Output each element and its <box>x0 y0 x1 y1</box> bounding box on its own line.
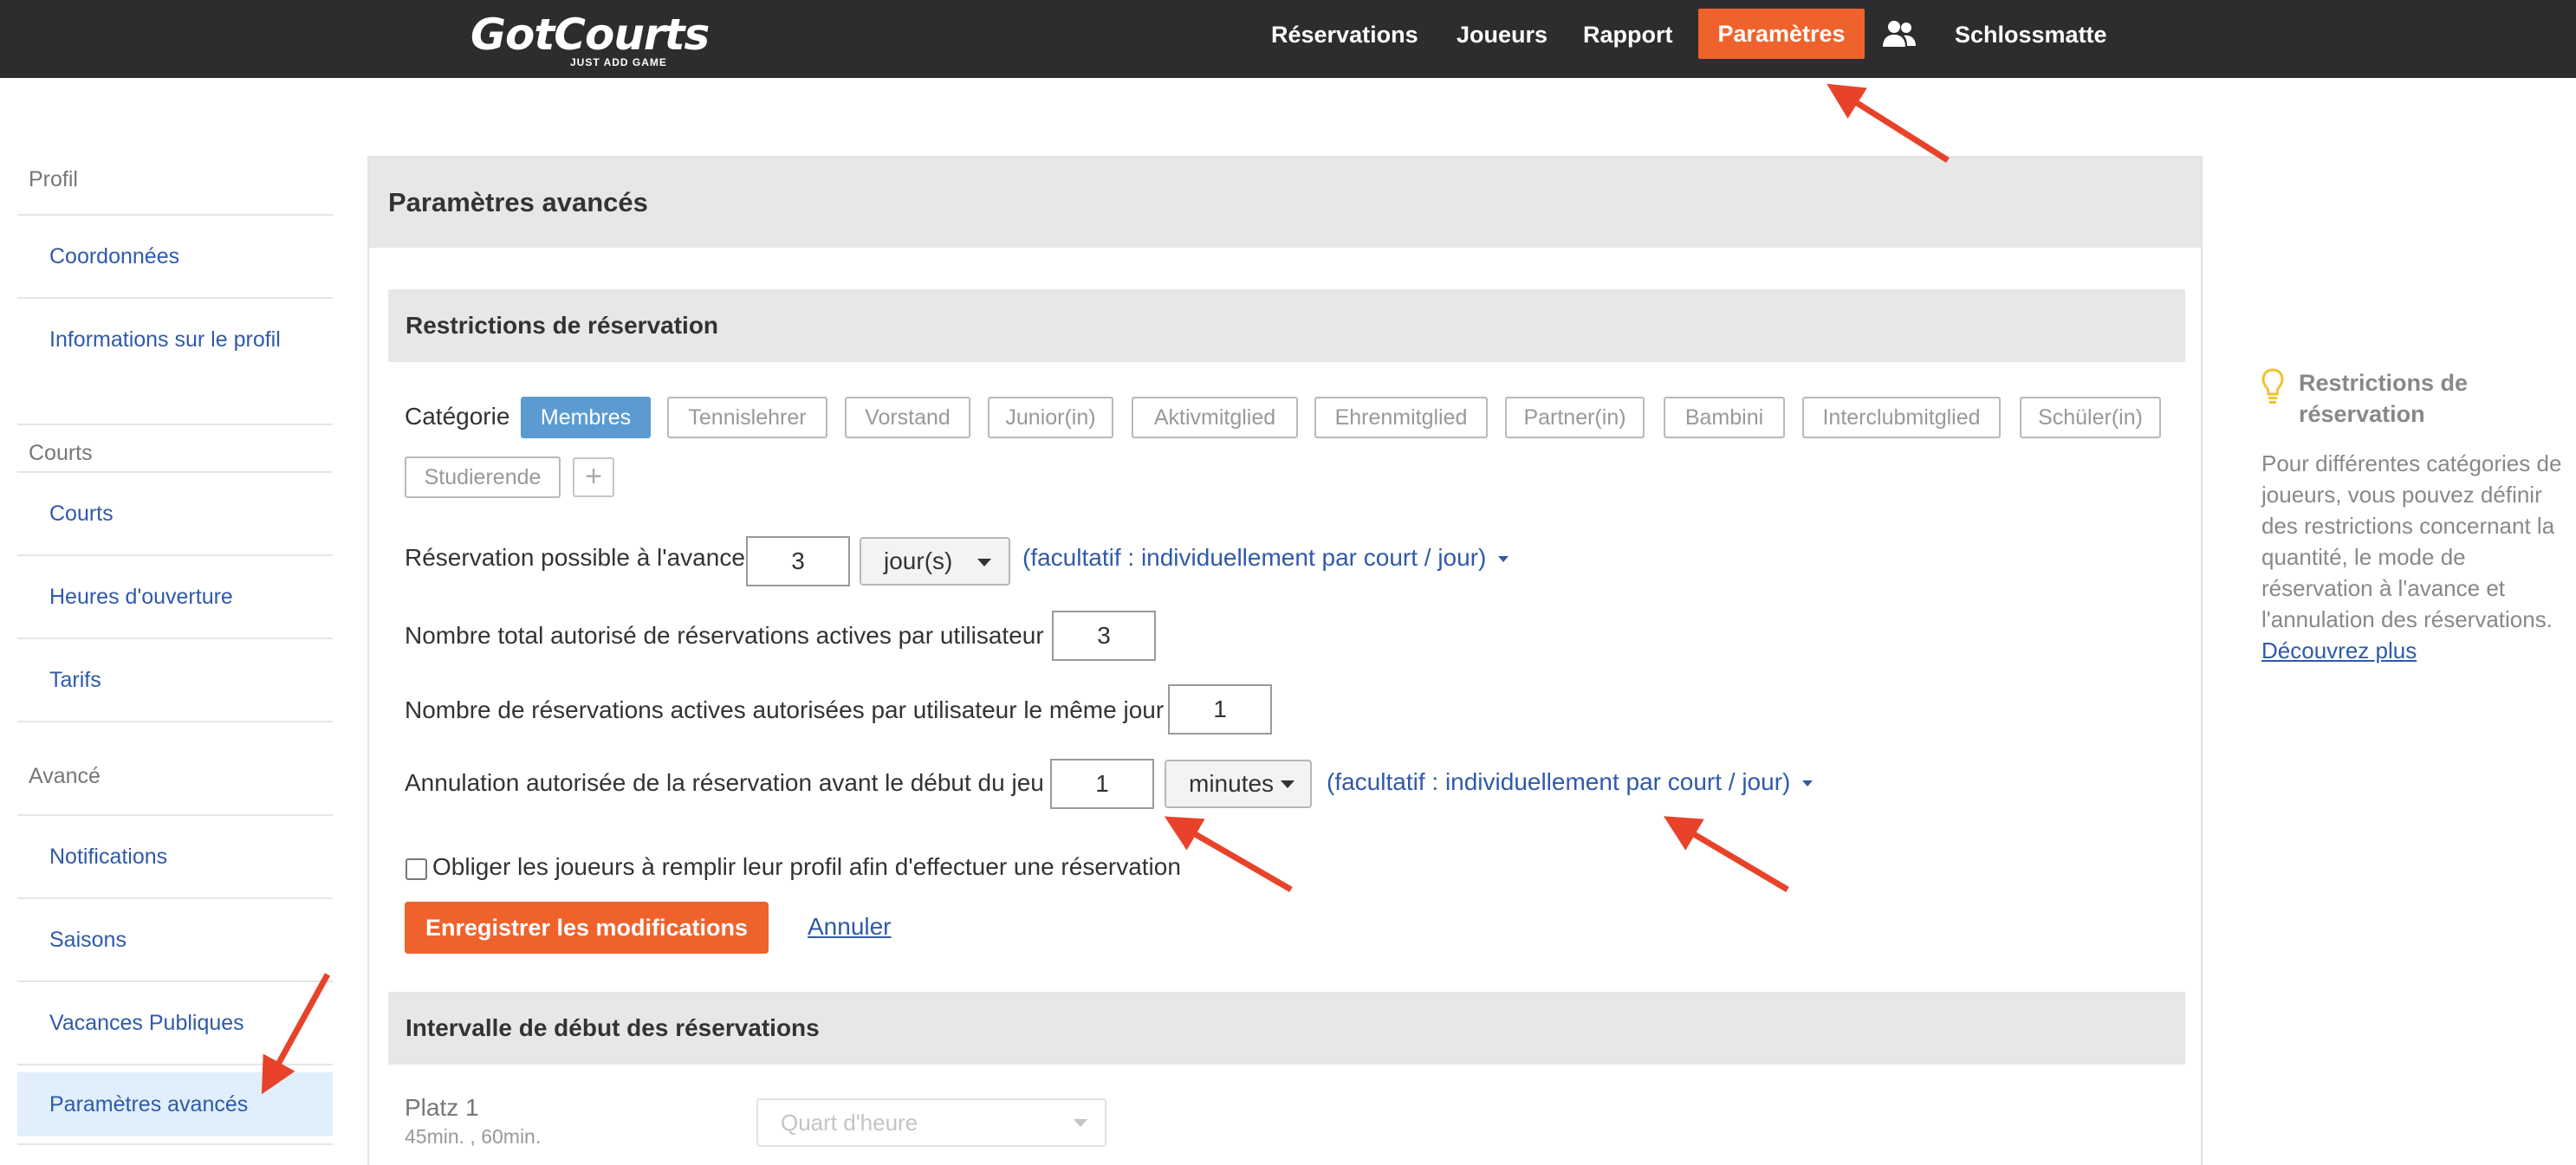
sidebar-divider <box>17 1064 333 1067</box>
advance-booking-input[interactable] <box>746 536 850 586</box>
select-value: minutes <box>1189 770 1275 797</box>
cancellation-label: Annulation autorisée de la réservation a… <box>405 769 1058 796</box>
category-label: Catégorie <box>405 403 510 430</box>
total-active-label: Nombre total autorisé de réservations ac… <box>405 622 1058 649</box>
section-header-interval: Intervalle de début des réservations <box>388 992 2185 1065</box>
category-chip-ehrenmitglied[interactable]: Ehrenmitglied <box>1314 397 1488 438</box>
select-placeholder: Quart d'heure <box>781 1110 918 1136</box>
users-icon[interactable] <box>1882 19 1917 49</box>
add-category-button[interactable]: + <box>573 457 614 497</box>
sidebar-heading-courts: Courts <box>17 424 333 466</box>
category-chip-studierende[interactable]: Studierende <box>405 456 561 498</box>
logo-tagline: JUST ADD GAME <box>570 56 667 68</box>
page-title: Paramètres avancés <box>388 187 648 217</box>
court-name: Platz 1 <box>405 1094 479 1121</box>
sidebar-divider <box>17 1143 333 1161</box>
sidebar-item-advanced-settings[interactable]: Paramètres avancés <box>17 1072 333 1136</box>
gotcourts-logo[interactable]: GotCourts JUST ADD GAME <box>470 9 710 69</box>
advance-optional-link[interactable]: (facultatif : individuellement par court… <box>1022 544 1509 572</box>
court-durations: 45min. , 60min. <box>405 1125 542 1148</box>
chevron-down-icon <box>1074 1119 1087 1127</box>
sidebar-item-label: Courts <box>49 502 114 526</box>
advance-unit-select[interactable]: jour(s) <box>860 537 1010 586</box>
cancel-link[interactable]: Annuler <box>808 913 892 941</box>
logo-text: GotCourts <box>470 10 710 60</box>
same-day-input[interactable] <box>1168 684 1272 735</box>
total-active-input[interactable] <box>1052 611 1156 661</box>
sidebar-item-public-holidays[interactable]: Vacances Publiques <box>17 981 333 1064</box>
sidebar-item-label: Informations sur le profil <box>49 327 281 352</box>
nav-report[interactable]: Rapport <box>1583 0 1673 78</box>
chevron-down-icon <box>1802 780 1814 786</box>
chevron-down-icon <box>1281 780 1294 788</box>
optional-link-text: (facultatif : individuellement par court… <box>1022 544 1487 571</box>
help-title: Restrictions de réservation <box>2299 370 2469 427</box>
nav-settings[interactable]: Paramètres <box>1698 9 1865 59</box>
sidebar-item-seasons[interactable]: Saisons <box>17 897 333 981</box>
sidebar-item-label: Coordonnées <box>49 244 180 269</box>
sidebar-item-label: Heures d'ouverture <box>49 585 233 609</box>
same-day-label: Nombre de réservations actives autorisée… <box>405 696 1178 723</box>
save-changes-button[interactable]: Enregistrer les modifications <box>405 902 769 954</box>
category-chip-interclubmitglied[interactable]: Interclubmitglied <box>1802 397 2001 438</box>
sidebar-item-notifications[interactable]: Notifications <box>17 814 333 897</box>
category-chip-partner[interactable]: Partner(in) <box>1505 397 1645 438</box>
help-description: Pour différentes catégories de joueurs, … <box>2261 450 2562 632</box>
sidebar-heading-advanced: Avancé <box>17 721 333 789</box>
profile-required-label: Obliger les joueurs à remplir leur profi… <box>432 853 1181 880</box>
sidebar-heading-profile: Profil <box>29 167 78 191</box>
select-value: jour(s) <box>884 547 953 574</box>
court-interval-select: Quart d'heure <box>756 1098 1106 1147</box>
plus-icon: + <box>585 460 602 493</box>
cancellation-optional-link[interactable]: (facultatif : individuellement par court… <box>1327 768 1814 796</box>
sidebar-item-label: Paramètres avancés <box>49 1092 249 1116</box>
advance-booking-label: Réservation possible à l'avance : <box>405 544 759 571</box>
sidebar-item-courts[interactable]: Courts <box>17 471 333 554</box>
section-title: Intervalle de début des réservations <box>406 1014 820 1041</box>
sidebar-item-label: Notifications <box>49 845 168 869</box>
profile-required-checkbox[interactable] <box>406 858 427 880</box>
sidebar-item-label: Tarifs <box>49 668 101 692</box>
sidebar-item-label: Vacances Publiques <box>49 1011 244 1035</box>
section-title: Restrictions de réservation <box>406 312 719 339</box>
learn-more-link[interactable]: Découvrez plus <box>2261 638 2417 663</box>
cancellation-input[interactable] <box>1050 759 1154 809</box>
section-header-restrictions: Restrictions de réservation <box>388 289 2185 362</box>
sidebar-item-profile-info[interactable]: Informations sur le profil <box>17 297 333 380</box>
nav-club-name[interactable]: Schlossmatte <box>1955 0 2107 78</box>
optional-link-text: (facultatif : individuellement par court… <box>1327 768 1791 795</box>
category-chip-schueler[interactable]: Schüler(in) <box>2020 397 2161 438</box>
category-chip-tennislehrer[interactable]: Tennislehrer <box>667 397 827 438</box>
category-chip-members[interactable]: Membres <box>521 397 651 438</box>
chevron-down-icon <box>1498 556 1509 562</box>
category-chip-aktivmitglied[interactable]: Aktivmitglied <box>1132 397 1298 438</box>
cancellation-unit-select[interactable]: minutes <box>1165 760 1312 808</box>
panel-header: Paramètres avancés <box>369 158 2201 248</box>
lightbulb-icon <box>2261 367 2285 407</box>
sidebar-item-label: Saisons <box>49 928 127 952</box>
help-text: Pour différentes catégories de joueurs, … <box>2261 448 2569 666</box>
category-chip-bambini[interactable]: Bambini <box>1664 397 1785 438</box>
sidebar-item-coordinates[interactable]: Coordonnées <box>17 214 333 297</box>
chevron-down-icon <box>977 559 991 566</box>
category-chip-vorstand[interactable]: Vorstand <box>845 397 970 438</box>
nav-players[interactable]: Joueurs <box>1457 0 1548 78</box>
top-navbar: GotCourts JUST ADD GAME Réservations Jou… <box>0 0 2576 78</box>
sidebar-item-opening-hours[interactable]: Heures d'ouverture <box>17 554 333 638</box>
nav-reservations[interactable]: Réservations <box>1271 0 1418 78</box>
arrow-to-settings-nav <box>1827 83 1950 163</box>
category-chip-junior[interactable]: Junior(in) <box>988 397 1113 438</box>
sidebar-item-rates[interactable]: Tarifs <box>17 638 333 721</box>
